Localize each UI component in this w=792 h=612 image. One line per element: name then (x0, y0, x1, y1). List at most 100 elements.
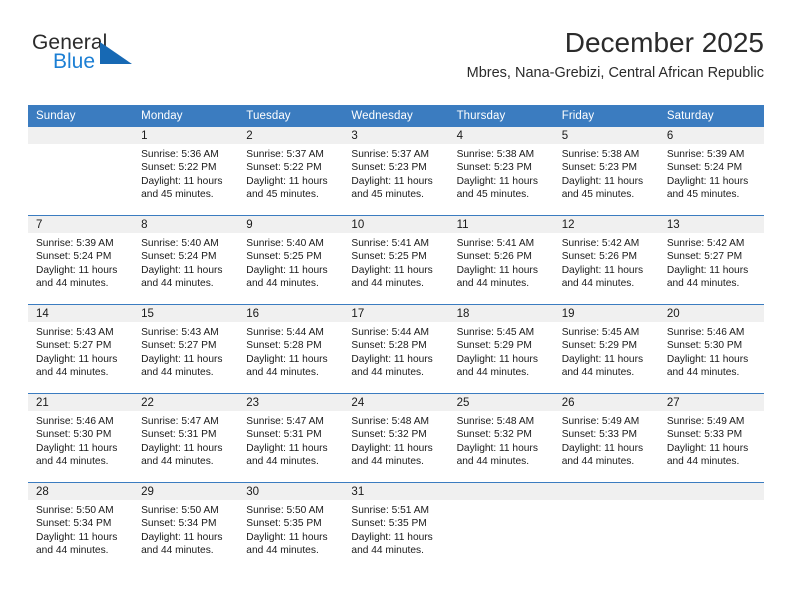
calendar-day-cell[interactable]: 11 Sunrise: 5:41 AM Sunset: 5:26 PM Dayligh… (448, 215, 554, 305)
general-blue-logo[interactable]: General Blue (32, 31, 162, 83)
daylight-duration-line2: and 44 minutes. (36, 456, 109, 468)
sunset-time: Sunset: 5:28 PM (246, 340, 322, 352)
day-number: 24 (343, 394, 449, 411)
day-cell-content: 9 Sunrise: 5:40 AM Sunset: 5:25 PM Daylight… (238, 216, 344, 304)
day-cell-content (28, 127, 134, 215)
calendar-day-cell[interactable]: 13 Sunrise: 5:42 AM Sunset: 5:27 PM Dayligh… (658, 215, 764, 305)
daylight-duration-line2: and 44 minutes. (351, 456, 424, 468)
calendar-day-cell (658, 482, 764, 571)
daylight-duration-line1: Daylight: 11 hours (141, 175, 223, 187)
day-cell-content: 19 Sunrise: 5:45 AM Sunset: 5:29 PM Dayligh… (553, 305, 659, 393)
sunset-time: Sunset: 5:29 PM (561, 340, 638, 352)
day-number: 18 (448, 305, 554, 322)
sunrise-time: Sunrise: 5:41 AM (351, 238, 430, 249)
day-cell-content: 14 Sunrise: 5:43 AM Sunset: 5:27 PM Dayligh… (28, 305, 134, 393)
calendar-day-cell[interactable]: 29 Sunrise: 5:50 AM Sunset: 5:34 PM Dayligh… (133, 482, 239, 571)
calendar-day-cell[interactable]: 28 Sunrise: 5:50 AM Sunset: 5:34 PM Dayligh… (28, 482, 134, 571)
day-cell-content: 8 Sunrise: 5:40 AM Sunset: 5:24 PM Daylight… (133, 216, 239, 304)
daylight-duration-line2: and 44 minutes. (246, 545, 319, 557)
day-details: Sunrise: 5:43 AM Sunset: 5:27 PM Daylight:… (28, 322, 133, 380)
day-cell-content: 18 Sunrise: 5:45 AM Sunset: 5:29 PM Dayligh… (448, 305, 554, 393)
calendar-day-cell[interactable]: 21 Sunrise: 5:46 AM Sunset: 5:30 PM Dayligh… (28, 393, 134, 483)
day-cell-content: 12 Sunrise: 5:42 AM Sunset: 5:26 PM Dayligh… (553, 216, 659, 304)
weekday-header-thursday: Thursday (448, 105, 554, 127)
calendar-day-cell[interactable]: 2 Sunrise: 5:37 AM Sunset: 5:22 PM Daylight… (238, 127, 344, 216)
day-number: 7 (28, 216, 134, 233)
sunset-time: Sunset: 5:25 PM (351, 251, 427, 263)
calendar-day-cell[interactable]: 30 Sunrise: 5:50 AM Sunset: 5:35 PM Dayligh… (238, 482, 344, 571)
calendar-day-cell[interactable]: 27 Sunrise: 5:49 AM Sunset: 5:33 PM Dayligh… (658, 393, 764, 483)
calendar-day-cell[interactable]: 31 Sunrise: 5:51 AM Sunset: 5:35 PM Dayligh… (343, 482, 449, 571)
daylight-duration-line2: and 45 minutes. (141, 189, 214, 201)
daylight-duration-line1: Daylight: 11 hours (351, 353, 433, 365)
calendar-day-cell[interactable]: 9 Sunrise: 5:40 AM Sunset: 5:25 PM Daylight… (238, 215, 344, 305)
day-details: Sunrise: 5:39 AM Sunset: 5:24 PM Daylight:… (659, 144, 764, 202)
day-cell-content: 4 Sunrise: 5:38 AM Sunset: 5:23 PM Daylight… (448, 127, 554, 215)
calendar-day-cell[interactable]: 20 Sunrise: 5:46 AM Sunset: 5:30 PM Dayligh… (658, 304, 764, 394)
calendar-day-cell[interactable]: 26 Sunrise: 5:49 AM Sunset: 5:33 PM Dayligh… (553, 393, 659, 483)
day-number: 23 (238, 394, 344, 411)
day-number: 10 (343, 216, 449, 233)
calendar-day-cell[interactable]: 6 Sunrise: 5:39 AM Sunset: 5:24 PM Daylight… (658, 127, 764, 216)
sunset-time: Sunset: 5:23 PM (561, 162, 638, 174)
day-number (658, 483, 764, 500)
sunrise-time: Sunrise: 5:38 AM (456, 149, 535, 160)
sunset-time: Sunset: 5:24 PM (141, 251, 217, 263)
calendar-day-cell[interactable]: 12 Sunrise: 5:42 AM Sunset: 5:26 PM Dayligh… (553, 215, 659, 305)
daylight-duration-line2: and 44 minutes. (456, 456, 530, 468)
day-cell-content: 2 Sunrise: 5:37 AM Sunset: 5:22 PM Daylight… (238, 127, 344, 215)
sunrise-time: Sunrise: 5:45 AM (456, 327, 535, 338)
sunrise-time: Sunrise: 5:43 AM (141, 327, 219, 338)
sunset-time: Sunset: 5:28 PM (351, 340, 427, 352)
calendar-day-cell[interactable]: 5 Sunrise: 5:38 AM Sunset: 5:23 PM Daylight… (553, 127, 659, 216)
daylight-duration-line2: and 45 minutes. (351, 189, 424, 201)
weekday-header-saturday: Saturday (658, 105, 764, 127)
calendar-day-cell[interactable]: 14 Sunrise: 5:43 AM Sunset: 5:27 PM Dayligh… (28, 304, 134, 394)
calendar-day-cell[interactable]: 18 Sunrise: 5:45 AM Sunset: 5:29 PM Dayligh… (448, 304, 554, 394)
calendar-week-row: 7 Sunrise: 5:39 AM Sunset: 5:24 PM Daylight… (28, 215, 764, 305)
calendar-day-cell[interactable]: 17 Sunrise: 5:44 AM Sunset: 5:28 PM Dayligh… (343, 304, 449, 394)
sunrise-time: Sunrise: 5:42 AM (666, 238, 745, 249)
calendar-day-cell[interactable]: 7 Sunrise: 5:39 AM Sunset: 5:24 PM Daylight… (28, 215, 134, 305)
daylight-duration-line1: Daylight: 11 hours (141, 531, 223, 543)
day-number (553, 483, 659, 500)
calendar-day-cell[interactable]: 23 Sunrise: 5:47 AM Sunset: 5:31 PM Dayligh… (238, 393, 344, 483)
calendar-week-row: 14 Sunrise: 5:43 AM Sunset: 5:27 PM Dayligh… (28, 304, 764, 394)
calendar-day-cell[interactable]: 16 Sunrise: 5:44 AM Sunset: 5:28 PM Dayligh… (238, 304, 344, 394)
daylight-duration-line2: and 44 minutes. (141, 456, 214, 468)
day-number (28, 127, 134, 144)
sunrise-time: Sunrise: 5:44 AM (351, 327, 430, 338)
sunset-time: Sunset: 5:35 PM (246, 518, 322, 530)
sunset-time: Sunset: 5:34 PM (141, 518, 217, 530)
day-cell-content: 1 Sunrise: 5:36 AM Sunset: 5:22 PM Daylight… (133, 127, 239, 215)
daylight-duration-line1: Daylight: 11 hours (246, 264, 328, 276)
sunset-time: Sunset: 5:23 PM (456, 162, 532, 174)
sunset-time: Sunset: 5:22 PM (141, 162, 217, 174)
day-details: Sunrise: 5:41 AM Sunset: 5:25 PM Daylight:… (343, 233, 448, 291)
calendar-day-cell[interactable]: 24 Sunrise: 5:48 AM Sunset: 5:32 PM Dayligh… (343, 393, 449, 483)
calendar-day-cell[interactable]: 15 Sunrise: 5:43 AM Sunset: 5:27 PM Dayligh… (133, 304, 239, 394)
daylight-duration-line2: and 44 minutes. (246, 278, 319, 290)
sunrise-time: Sunrise: 5:43 AM (36, 327, 114, 338)
calendar-day-cell[interactable]: 3 Sunrise: 5:37 AM Sunset: 5:23 PM Daylight… (343, 127, 449, 216)
day-number: 13 (658, 216, 764, 233)
sunset-time: Sunset: 5:30 PM (666, 340, 743, 352)
daylight-duration-line2: and 45 minutes. (246, 189, 319, 201)
day-cell-content: 29 Sunrise: 5:50 AM Sunset: 5:34 PM Dayligh… (133, 483, 239, 571)
calendar-day-cell[interactable]: 10 Sunrise: 5:41 AM Sunset: 5:25 PM Dayligh… (343, 215, 449, 305)
calendar-day-cell[interactable]: 1 Sunrise: 5:36 AM Sunset: 5:22 PM Daylight… (133, 127, 239, 216)
day-details: Sunrise: 5:45 AM Sunset: 5:29 PM Daylight:… (449, 322, 554, 380)
calendar-day-cell[interactable]: 19 Sunrise: 5:45 AM Sunset: 5:29 PM Dayligh… (553, 304, 659, 394)
calendar-day-cell[interactable]: 4 Sunrise: 5:38 AM Sunset: 5:23 PM Daylight… (448, 127, 554, 216)
day-number: 1 (133, 127, 239, 144)
daylight-duration-line2: and 44 minutes. (351, 545, 424, 557)
day-details: Sunrise: 5:44 AM Sunset: 5:28 PM Daylight:… (343, 322, 448, 380)
day-cell-content (553, 483, 659, 571)
daylight-duration-line1: Daylight: 11 hours (456, 442, 538, 454)
page-subtitle: Mbres, Nana-Grebizi, Central African Rep… (466, 65, 764, 81)
calendar-day-cell[interactable]: 8 Sunrise: 5:40 AM Sunset: 5:24 PM Daylight… (133, 215, 239, 305)
calendar-day-cell[interactable]: 22 Sunrise: 5:47 AM Sunset: 5:31 PM Dayligh… (133, 393, 239, 483)
sunrise-time: Sunrise: 5:46 AM (36, 416, 114, 427)
calendar-day-cell[interactable]: 25 Sunrise: 5:48 AM Sunset: 5:32 PM Dayligh… (448, 393, 554, 483)
sunset-time: Sunset: 5:35 PM (351, 518, 427, 530)
